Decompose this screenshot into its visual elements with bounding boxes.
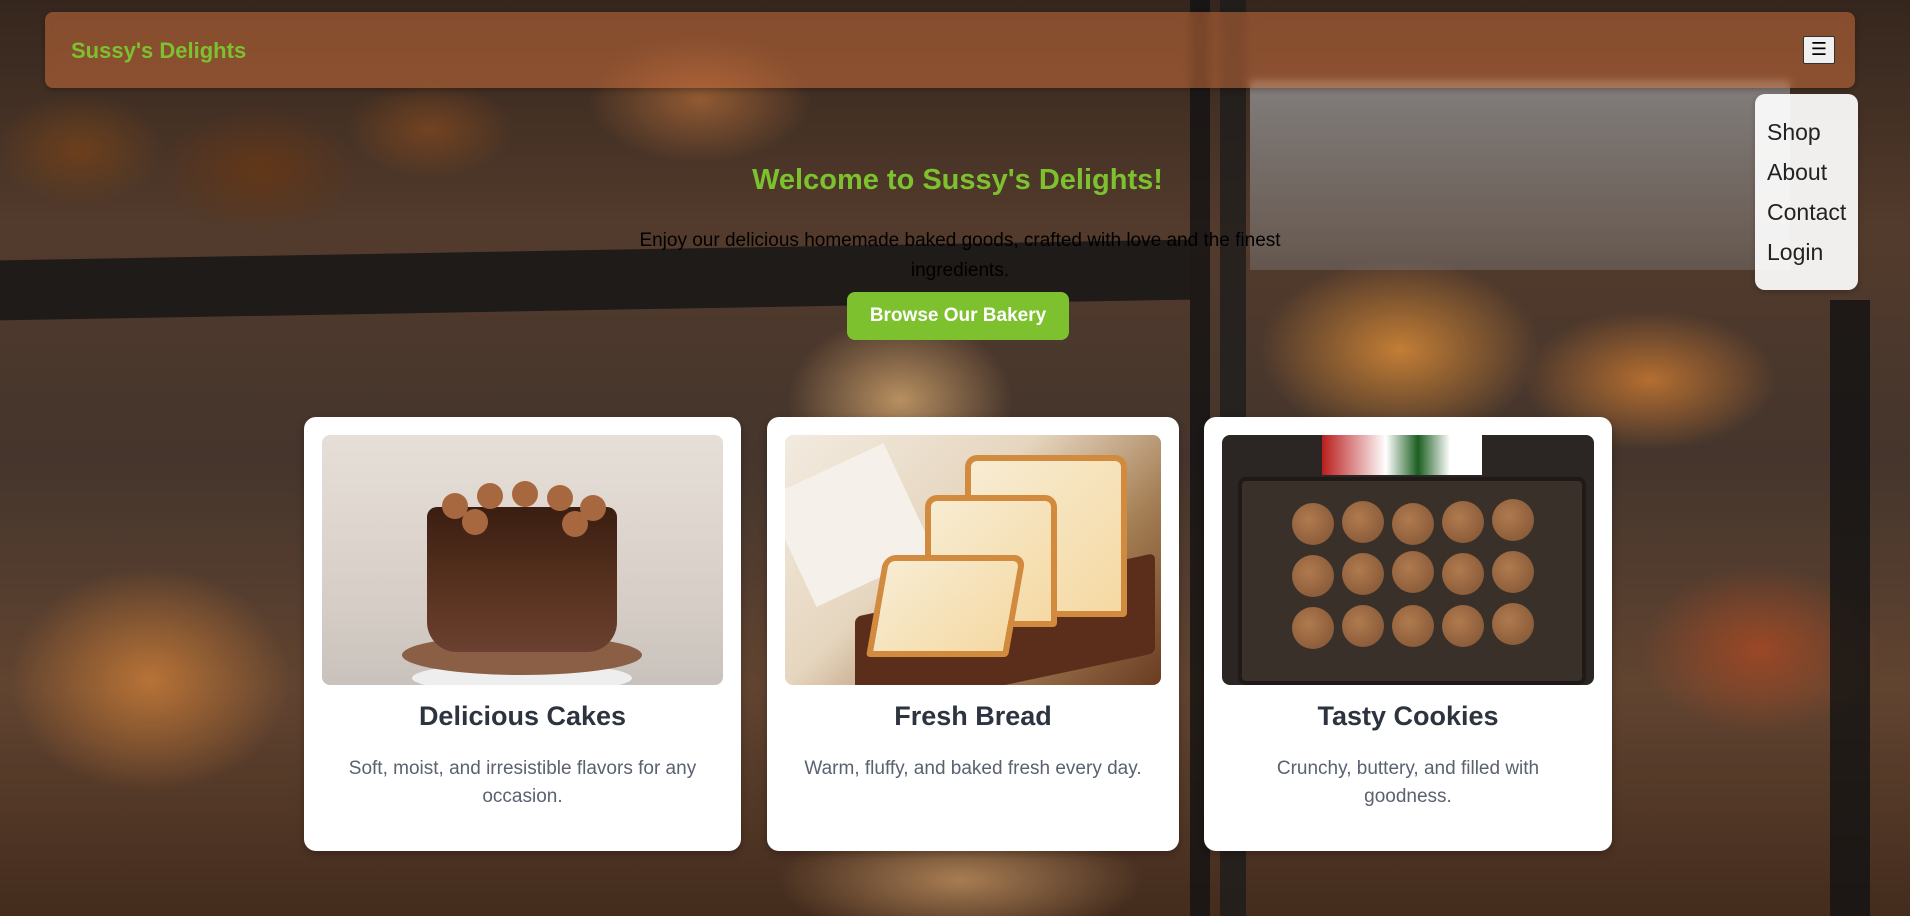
card-title: Fresh Bread	[894, 701, 1052, 731]
brand-logo[interactable]: Sussy's Delights	[71, 38, 246, 64]
cookie-tray-image	[1222, 435, 1594, 685]
product-card-cookies: Tasty Cookies Crunchy, buttery, and fill…	[1204, 417, 1612, 851]
card-description: Warm, fluffy, and baked fresh every day.	[804, 758, 1142, 779]
hero-title: Welcome to Sussy's Delights!	[752, 164, 1163, 196]
product-card-bread: Fresh Bread Warm, fluffy, and baked fres…	[767, 417, 1179, 851]
chocolate-cake-image	[322, 435, 723, 685]
nav-item-contact[interactable]: Contact	[1767, 192, 1858, 232]
hamburger-menu-icon[interactable]: ☰	[1803, 36, 1835, 64]
card-description: Crunchy, buttery, and filled with goodne…	[1276, 758, 1540, 807]
nav-item-login[interactable]: Login	[1767, 232, 1858, 272]
card-description: Soft, moist, and irresistible flavors fo…	[348, 758, 697, 807]
sliced-bread-image	[785, 435, 1161, 685]
nav-item-shop[interactable]: Shop	[1767, 112, 1858, 152]
product-card-cakes: Delicious Cakes Soft, moist, and irresis…	[304, 417, 741, 851]
top-navbar: Sussy's Delights ☰	[45, 12, 1855, 88]
card-title: Tasty Cookies	[1317, 701, 1499, 731]
browse-bakery-button[interactable]: Browse Our Bakery	[847, 292, 1069, 340]
hero-description: Enjoy our delicious homemade baked goods…	[639, 230, 1281, 281]
card-title: Delicious Cakes	[418, 701, 627, 731]
